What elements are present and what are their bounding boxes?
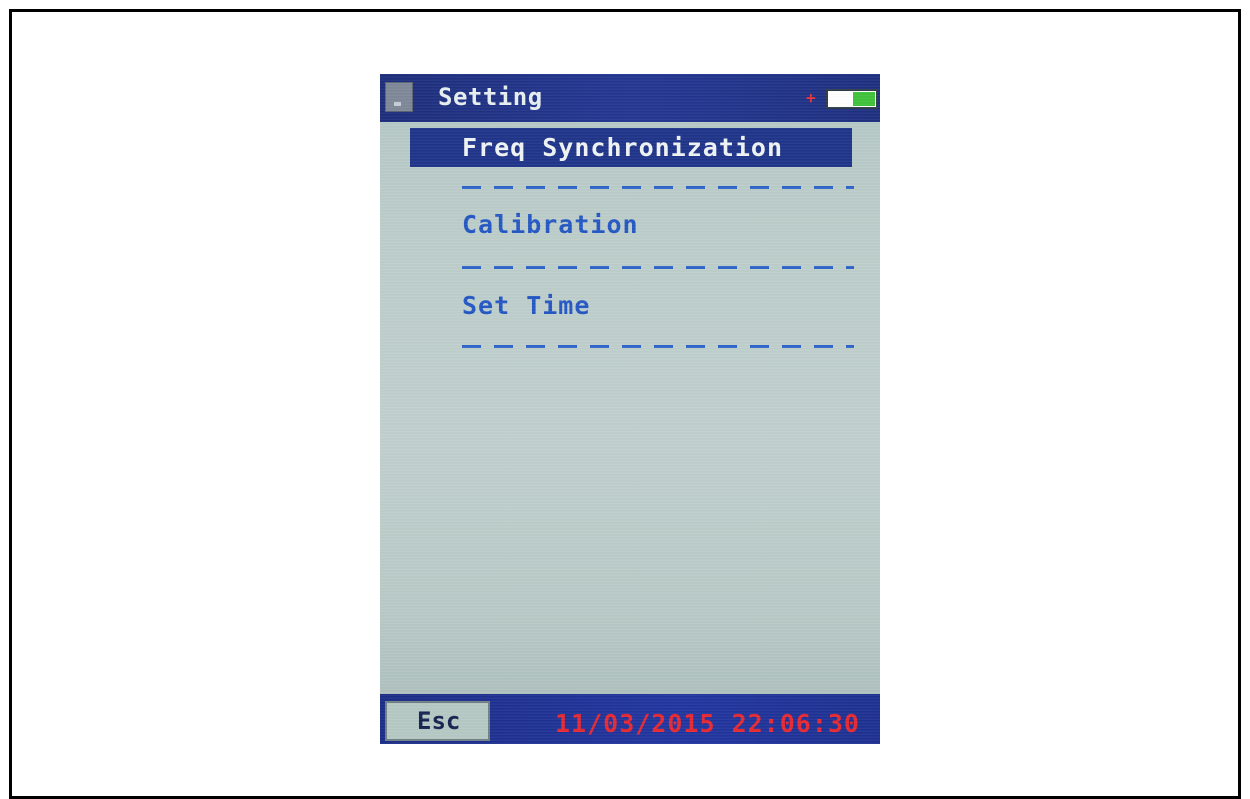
device-screen: Setting + Freq Synchronization Calibrati… <box>380 74 880 744</box>
device-icon <box>385 82 413 112</box>
datetime-display: 11/03/2015 22:06:30 <box>555 709 860 738</box>
battery-level-fill <box>853 92 875 106</box>
image-border: Setting + Freq Synchronization Calibrati… <box>9 9 1241 799</box>
menu-item-set-time[interactable]: Set Time <box>462 291 590 320</box>
menu-separator <box>462 186 854 189</box>
menu-item-calibration[interactable]: Calibration <box>462 210 639 239</box>
menu-item-freq-synchronization[interactable]: Freq Synchronization <box>410 128 852 167</box>
menu-separator <box>462 266 854 269</box>
status-bar: Esc 11/03/2015 22:06:30 <box>380 694 880 744</box>
esc-button[interactable]: Esc <box>385 701 490 741</box>
page-title: Setting <box>438 83 543 111</box>
charging-plus-icon: + <box>806 88 816 107</box>
battery-icon <box>826 89 878 109</box>
title-bar: Setting + <box>380 74 880 122</box>
menu-separator <box>462 345 854 348</box>
